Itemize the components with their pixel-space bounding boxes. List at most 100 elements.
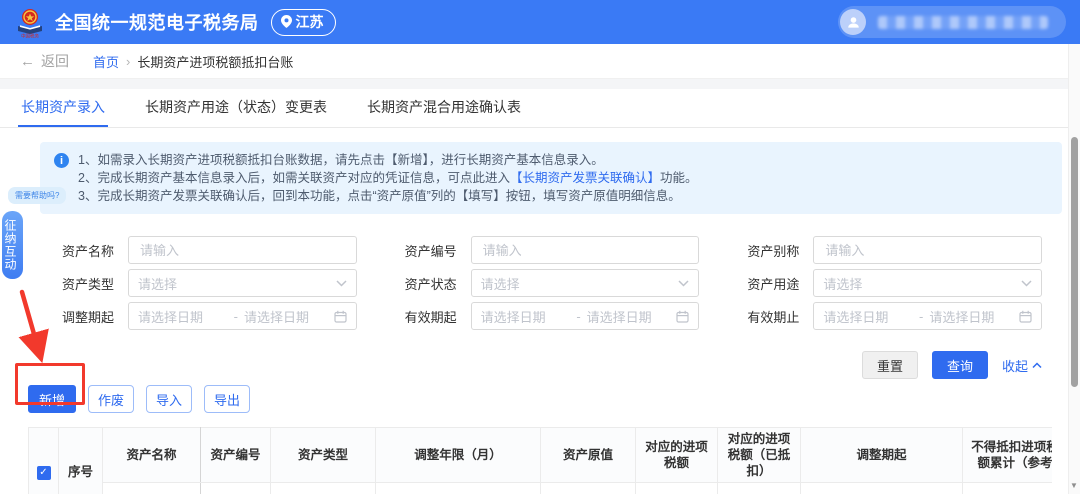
- reset-button[interactable]: 重置: [861, 351, 918, 379]
- asset-status-placeholder: 请选择: [480, 276, 520, 292]
- col-asset-no: 资产编号: [200, 427, 271, 483]
- breadcrumb-current: 长期资产进项税额抵扣台账: [137, 54, 294, 70]
- assets-table-wrap: ✓ 序号 资产名称 资产编号 资产类型 调整年限（月） 资产原值 对应的进项税额…: [28, 427, 1052, 494]
- back-arrow-icon: ←: [20, 52, 35, 70]
- adjust-period-end-placeholder: 请选择日期: [244, 309, 310, 325]
- filter-actions: 重置 查询 收起: [0, 335, 1080, 379]
- asset-alias-input[interactable]: [823, 241, 1032, 259]
- notice-panel: i 1、如需录入长期资产进项税额抵扣台账数据，请先点击【新增】，进行长期资产基本…: [40, 142, 1062, 214]
- valid-from-daterange[interactable]: 请选择日期 - 请选择日期: [470, 302, 700, 330]
- col-input-tax: 对应的进项税额: [635, 427, 718, 483]
- valid-from-start-placeholder: 请选择日期: [480, 309, 546, 325]
- notice-line-2-tail: 功能。: [659, 171, 698, 185]
- section-divider: [0, 79, 1080, 89]
- search-button[interactable]: 查询: [931, 351, 988, 379]
- asset-type-select[interactable]: 请选择: [128, 269, 357, 297]
- asset-usage-label: 资产用途: [747, 276, 800, 292]
- asset-no-input[interactable]: [480, 241, 690, 259]
- scrollbar-thumb[interactable]: [1071, 137, 1078, 387]
- asset-status-label: 资产状态: [404, 276, 457, 292]
- back-button[interactable]: ← 返回: [20, 51, 69, 71]
- tab-bar: 长期资产录入 长期资产用途（状态）变更表 长期资产混合用途确认表: [0, 89, 1080, 128]
- col-nondeductible-total: 不得抵扣进项税额累计（参考: [962, 427, 1052, 483]
- tab-mixed-use-confirm[interactable]: 长期资产混合用途确认表: [364, 89, 524, 127]
- help-tooltip[interactable]: 需要帮助吗?: [8, 187, 67, 204]
- col-num-6: 6: [540, 482, 636, 494]
- asset-name-label: 资产名称: [62, 243, 115, 259]
- asset-no-field: 资产编号: [405, 236, 700, 264]
- asset-usage-field: 资产用途 请选择: [747, 269, 1042, 297]
- user-avatar-icon: [840, 9, 866, 35]
- notice-line-2-text: 2、完成长期资产基本信息录入后，如需关联资产对应的凭证信息，可点此进入: [78, 171, 510, 185]
- adjust-period-label: 调整期起: [62, 309, 115, 325]
- asset-no-label: 资产编号: [404, 243, 457, 259]
- col-num-1: 1: [102, 482, 201, 494]
- asset-type-placeholder: 请选择: [138, 276, 178, 292]
- tax-bureau-logo-icon: 中国税务: [18, 9, 42, 39]
- adjust-period-start-placeholder: 请选择日期: [138, 309, 204, 325]
- select-all-checkbox[interactable]: ✓: [36, 466, 51, 480]
- asset-status-select[interactable]: 请选择: [470, 269, 700, 297]
- region-badge[interactable]: 江苏: [270, 8, 336, 36]
- valid-from-label: 有效期起: [404, 309, 457, 325]
- collapse-link[interactable]: 收起: [1002, 356, 1042, 375]
- valid-to-label: 有效期止: [747, 309, 800, 325]
- asset-name-input[interactable]: [138, 241, 347, 259]
- asset-name-field: 资产名称: [62, 236, 357, 264]
- asset-status-field: 资产状态 请选择: [405, 269, 700, 297]
- breadcrumb-home-link[interactable]: 首页: [93, 52, 119, 71]
- asset-type-label: 资产类型: [62, 276, 115, 292]
- asset-usage-select[interactable]: 请选择: [813, 269, 1042, 297]
- chevron-down-icon: [1021, 279, 1032, 287]
- calendar-icon: [1019, 310, 1032, 323]
- user-pill[interactable]: [838, 6, 1066, 38]
- app-title: 全国统一规范电子税务局: [55, 13, 259, 33]
- void-button[interactable]: 作废: [88, 385, 134, 413]
- col-asset-type: 资产类型: [270, 427, 376, 483]
- col-input-tax-deducted: 对应的进项税额（已抵扣）: [717, 427, 801, 483]
- invoice-association-link[interactable]: 【长期资产发票关联确认】: [510, 171, 660, 185]
- breadcrumb: ← 返回 首页 › 长期资产进项税额抵扣台账: [0, 44, 1080, 79]
- col-num-10: 10: [962, 482, 1052, 494]
- info-icon: i: [54, 153, 69, 168]
- date-range-dash: -: [233, 308, 238, 324]
- valid-to-end-placeholder: 请选择日期: [929, 309, 995, 325]
- filter-form: 资产名称 资产编号 资产别称 资产类型 请选择 资产状态 请选择 资产用: [0, 214, 1080, 335]
- tab-asset-entry[interactable]: 长期资产录入: [18, 89, 108, 127]
- valid-from-end-placeholder: 请选择日期: [586, 309, 652, 325]
- breadcrumb-separator: ›: [126, 53, 131, 69]
- scroll-down-arrow-icon[interactable]: ▼: [1070, 481, 1078, 490]
- assets-table: ✓ 序号 资产名称 资产编号 资产类型 调整年限（月） 资产原值 对应的进项税额…: [28, 427, 1052, 494]
- col-original-value: 资产原值: [540, 427, 636, 483]
- col-index: 序号: [58, 427, 103, 494]
- col-asset-name: 资产名称: [102, 427, 201, 483]
- tab-usage-change[interactable]: 长期资产用途（状态）变更表: [142, 89, 330, 127]
- export-button[interactable]: 导出: [204, 385, 250, 413]
- col-num-9: 9: [800, 482, 963, 494]
- asset-type-field: 资产类型 请选择: [62, 269, 357, 297]
- page: 中国税务 全国统一规范电子税务局 江苏 ← 返回 首页 › 长期资产进项税额抵扣…: [0, 0, 1080, 494]
- app-header: 中国税务 全国统一规范电子税务局 江苏: [0, 0, 1080, 44]
- valid-to-start-placeholder: 请选择日期: [823, 309, 889, 325]
- svg-text:中国税务: 中国税务: [21, 33, 39, 39]
- chevron-up-icon: [1032, 361, 1042, 368]
- add-button[interactable]: 新增: [28, 385, 76, 413]
- valid-to-field: 有效期止 请选择日期 - 请选择日期: [747, 302, 1042, 330]
- col-adjust-years: 调整年限（月）: [375, 427, 541, 483]
- table-actions: 新增 作废 导入 导出: [0, 379, 1080, 413]
- adjust-period-daterange[interactable]: 请选择日期 - 请选择日期: [128, 302, 357, 330]
- vertical-scrollbar[interactable]: ▼: [1068, 44, 1080, 494]
- valid-from-field: 有效期起 请选择日期 - 请选择日期: [405, 302, 700, 330]
- redacted-user-info: [878, 15, 1048, 29]
- back-label: 返回: [41, 53, 69, 69]
- col-num-4: 4: [270, 482, 376, 494]
- chevron-down-icon: [678, 279, 689, 287]
- notice-line-1: 1、如需录入长期资产进项税额抵扣台账数据，请先点击【新增】，进行长期资产基本信息…: [78, 153, 604, 167]
- select-all-cell: ✓: [28, 427, 59, 494]
- interaction-side-tab[interactable]: 征纳互动: [2, 211, 23, 279]
- col-num-7: 7: [635, 482, 718, 494]
- col-num-8: 8: [717, 482, 801, 494]
- notice-line-3: 3、完成长期资产发票关联确认后，回到本功能，点击“资产原值”列的【填写】按钮，填…: [78, 189, 681, 203]
- import-button[interactable]: 导入: [146, 385, 192, 413]
- valid-to-daterange[interactable]: 请选择日期 - 请选择日期: [813, 302, 1042, 330]
